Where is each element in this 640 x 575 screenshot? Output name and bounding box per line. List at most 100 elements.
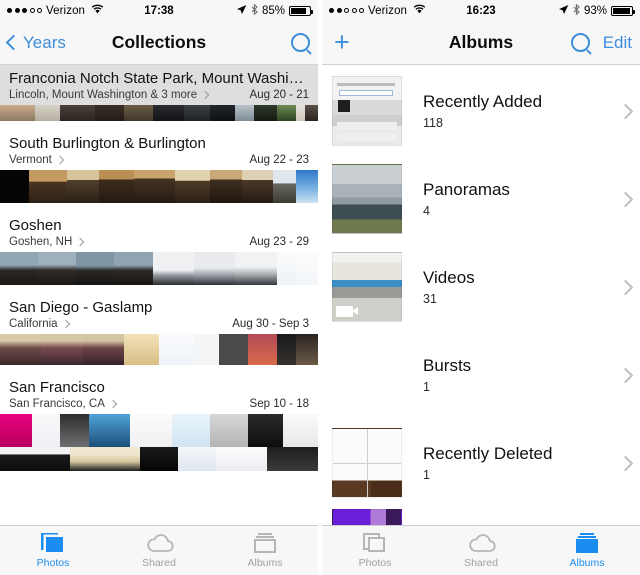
tab-shared[interactable]: Shared (428, 526, 534, 575)
tab-shared[interactable]: Shared (106, 526, 212, 575)
chevron-right-icon (617, 279, 634, 295)
album-text-group: Recently Added 118 (423, 92, 542, 130)
row-gap (0, 121, 318, 130)
collection-row[interactable]: Goshen Goshen, NH Aug 23 - 29 (0, 212, 318, 285)
collection-subtitle: San Francisco, CA Sep 10 - 18 (9, 398, 309, 410)
collection-row[interactable]: San Diego - Gaslamp California Aug 30 - … (0, 294, 318, 365)
back-button[interactable]: Years (5, 32, 66, 53)
album-text-group: Bursts 1 (423, 356, 471, 394)
photo-strip[interactable] (0, 447, 318, 471)
collection-date: Aug 22 - 23 (249, 154, 309, 166)
tab-photos[interactable]: Photos (322, 526, 428, 575)
album-thumbnail (332, 76, 402, 146)
chevron-right-icon (61, 319, 70, 329)
album-row[interactable]: Bursts 1 (322, 331, 640, 419)
bluetooth-icon (573, 3, 580, 18)
wifi-icon (91, 4, 104, 17)
photo-strip[interactable] (0, 170, 318, 203)
cloud-icon (145, 532, 174, 554)
collection-subtitle: Lincoln, Mount Washington & 3 more Aug 2… (9, 89, 309, 101)
collection-row[interactable]: San Francisco San Francisco, CA Sep 10 -… (0, 374, 318, 471)
battery-percent: 93% (583, 4, 607, 17)
bluetooth-icon (251, 3, 258, 18)
photo-strip[interactable] (0, 334, 318, 365)
collection-date: Aug 23 - 29 (249, 236, 309, 248)
collection-header: San Francisco San Francisco, CA Sep 10 -… (0, 374, 318, 414)
collection-subtitle: Goshen, NH Aug 23 - 29 (9, 236, 309, 248)
photo-strip[interactable] (0, 252, 318, 285)
albums-icon (573, 532, 601, 554)
album-name: Recently Added (423, 92, 543, 111)
collection-title: San Francisco (9, 379, 105, 396)
back-label: Years (23, 32, 66, 52)
signal-strength-icon (7, 8, 42, 13)
battery-icon (611, 5, 635, 16)
right-status-bar: Verizon 16:23 93% (322, 0, 640, 21)
collection-subtitle: Vermont Aug 22 - 23 (9, 154, 309, 166)
status-left-group: Verizon (329, 4, 426, 17)
carrier-label: Verizon (368, 4, 408, 17)
album-count: 1 (423, 468, 430, 482)
album-name: Recently Deleted (423, 444, 553, 463)
collection-date: Aug 20 - 21 (249, 89, 309, 101)
add-album-button[interactable]: + (330, 29, 350, 56)
photos-icon (39, 532, 67, 554)
right-nav-actions: Edit (570, 33, 632, 53)
collection-row[interactable]: Franconia Notch State Park, Mount Washin… (0, 65, 318, 121)
chevron-right-icon (617, 103, 634, 119)
tab-albums[interactable]: Albums (212, 526, 318, 575)
edit-button[interactable]: Edit (603, 33, 632, 53)
left-nav-bar: Years Collections (0, 21, 318, 65)
right-nav-bar: + Albums Edit (322, 21, 640, 65)
collection-subtitle: California Aug 30 - Sep 3 (9, 318, 309, 330)
album-count: 4 (423, 204, 430, 218)
chevron-right-icon (617, 455, 634, 471)
album-thumbnail (332, 164, 402, 234)
collection-location: Lincoln, Mount Washington & 3 more (9, 89, 198, 101)
album-row[interactable]: Videos 31 (322, 243, 640, 331)
location-arrow-icon (558, 4, 569, 18)
tab-label: Shared (142, 557, 176, 569)
row-gap (0, 203, 318, 212)
collection-location: Goshen, NH (9, 236, 73, 248)
collections-list[interactable]: Franconia Notch State Park, Mount Washin… (0, 65, 318, 525)
tab-albums[interactable]: Albums (534, 526, 640, 575)
chevron-right-icon (55, 155, 65, 165)
albums-icon (251, 532, 279, 554)
album-row-partial[interactable] (322, 507, 640, 527)
collection-title: South Burlington & Burlington (9, 135, 206, 152)
carrier-label: Verizon (46, 4, 86, 17)
album-thumbnail (332, 252, 402, 322)
signal-strength-icon (329, 8, 364, 13)
left-phone-screen: Verizon 17:38 85% Years Collections Fran… (0, 0, 318, 575)
status-right-group: 85% (236, 3, 313, 18)
wifi-icon (413, 4, 426, 17)
tab-label: Albums (247, 557, 283, 569)
album-row[interactable]: Recently Deleted 1 (322, 419, 640, 507)
album-text-group: Videos 31 (423, 268, 475, 306)
album-row[interactable]: Panoramas 4 (322, 155, 640, 243)
tab-photos[interactable]: Photos (0, 526, 106, 575)
cloud-icon (467, 532, 496, 554)
collection-header: San Diego - Gaslamp California Aug 30 - … (0, 294, 318, 334)
left-tab-bar: Photos Shared Albums (0, 525, 318, 575)
collection-header: Franconia Notch State Park, Mount Washin… (0, 65, 318, 105)
album-row[interactable]: Recently Added 118 (322, 67, 640, 155)
collection-date: Sep 10 - 18 (249, 398, 309, 410)
album-name: Bursts (423, 356, 472, 375)
photo-strip[interactable] (0, 105, 318, 121)
photos-icon (361, 532, 389, 554)
collection-header: Goshen Goshen, NH Aug 23 - 29 (0, 212, 318, 252)
photo-strip[interactable] (0, 414, 318, 447)
collection-row[interactable]: South Burlington & Burlington Vermont Au… (0, 130, 318, 203)
battery-icon (289, 5, 313, 16)
album-count: 1 (423, 380, 430, 394)
status-right-group: 93% (558, 3, 635, 18)
row-gap (0, 365, 318, 374)
collection-location: San Francisco, CA (9, 398, 105, 410)
tab-label: Photos (36, 557, 70, 569)
albums-list[interactable]: Recently Added 118 Panoramas 4 Videos 31… (322, 65, 640, 527)
left-nav-actions (291, 33, 310, 52)
search-icon[interactable] (291, 33, 310, 52)
search-icon[interactable] (570, 33, 590, 52)
